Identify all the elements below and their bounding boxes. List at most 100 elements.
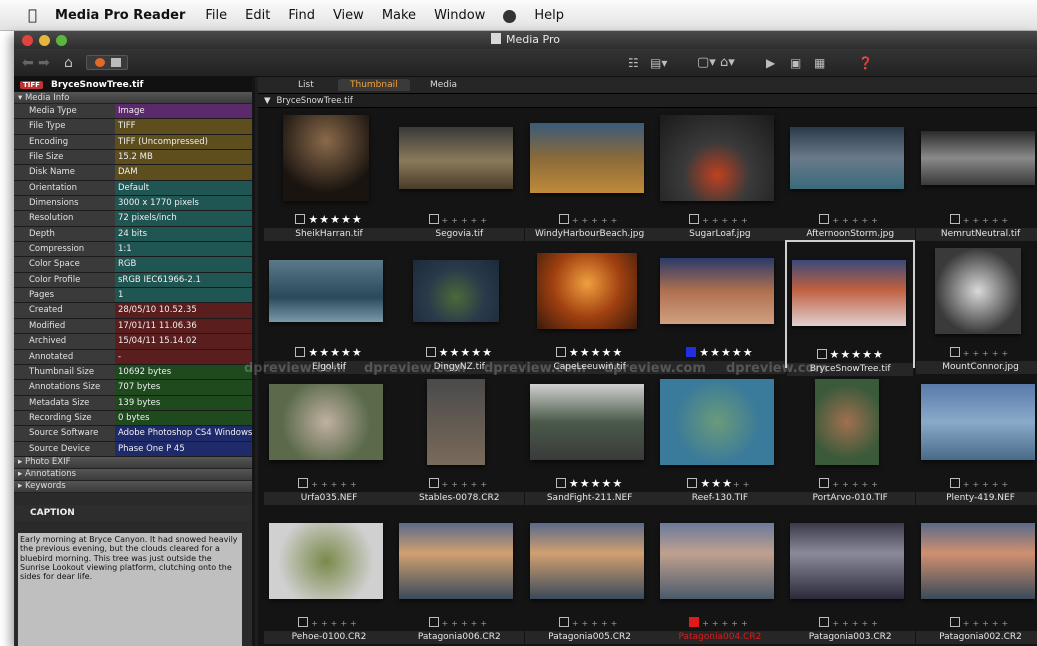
star-icon[interactable]: ★ [743,346,754,359]
thumbnail-cell[interactable]: +++++ Patagonia006.CR2 [394,510,525,644]
star-icon[interactable]: ★ [862,348,873,361]
star-icon[interactable]: + [451,480,461,489]
star-rating[interactable]: ★★★++ [655,477,785,490]
star-icon[interactable]: ★ [352,346,363,359]
thumbnail-cell[interactable]: +++++ Patagonia003.CR2 [785,510,916,644]
section-media-info[interactable]: ▾ Media Info [14,92,252,104]
star-icon[interactable]: + [471,216,481,225]
star-icon[interactable]: ★ [721,346,732,359]
star-icon[interactable]: + [350,480,360,489]
star-icon[interactable]: + [832,619,842,628]
star-icon[interactable]: ★ [700,477,711,490]
star-icon[interactable]: + [321,619,331,628]
color-label-box[interactable] [816,349,827,359]
star-icon[interactable]: + [972,619,982,628]
star-icon[interactable]: + [963,480,973,489]
thumbnail-cell[interactable]: +++++ NemrutNeutral.tif [915,107,1037,241]
star-icon[interactable]: ★ [308,346,319,359]
thumbnail-cell[interactable]: ★★★++ Reef-130.TIF [654,371,785,505]
info-row-value[interactable]: 1:1 [115,242,252,257]
inspect-icon[interactable]: ☷ [628,54,639,72]
color-label-box[interactable] [949,347,960,357]
star-icon[interactable]: + [451,619,461,628]
star-rating[interactable]: +++++ [916,346,1037,359]
view-toggle-button[interactable] [86,55,128,70]
thumbnail-image[interactable] [659,379,774,465]
star-rating[interactable]: +++++ [655,616,785,629]
color-label-box[interactable] [689,214,700,224]
script-menu-icon[interactable] [503,9,517,23]
star-icon[interactable]: ★ [840,348,851,361]
tab-thumbnail[interactable]: Thumbnail [338,79,410,91]
star-rating[interactable]: ★★★★★ [394,346,524,359]
help-icon[interactable]: ❓ [858,54,873,72]
app-menu[interactable]: Media Pro Reader [55,8,185,23]
star-icon[interactable]: + [582,216,592,225]
menu-help[interactable]: Help [534,8,564,23]
star-icon[interactable]: ★ [699,346,710,359]
star-rating[interactable]: ★★★★★ [264,346,394,359]
caption-textarea[interactable]: Early morning at Bryce Canyon. It had sn… [18,533,242,646]
star-icon[interactable]: + [340,480,350,489]
star-icon[interactable]: ★ [830,348,841,361]
image-view-icon[interactable]: ▦ [814,54,825,72]
filter-icon[interactable]: ▼ [264,96,271,106]
star-icon[interactable]: + [972,480,982,489]
color-label-box[interactable] [686,347,697,357]
star-icon[interactable]: + [862,480,872,489]
star-icon[interactable]: ★ [711,477,722,490]
info-row-value[interactable]: 28/05/10 10.52.35 [115,303,252,318]
star-rating[interactable]: +++++ [785,213,915,226]
thumbnail-image[interactable] [427,379,486,465]
star-icon[interactable]: + [992,619,1002,628]
star-icon[interactable]: + [572,216,582,225]
thumbnail-cell[interactable]: +++++ Stables-0078.CR2 [394,371,525,505]
star-icon[interactable]: + [451,216,461,225]
star-icon[interactable]: ★ [580,477,591,490]
star-rating[interactable]: ★★★★★ [787,348,913,361]
thumbnail-image[interactable] [920,131,1035,185]
thumbnail-image[interactable] [529,384,644,460]
thumbnail-cell[interactable]: +++++ AfternoonStorm.jpg [785,107,916,241]
info-row-value[interactable]: Default [115,180,252,196]
star-icon[interactable]: + [331,480,341,489]
star-icon[interactable]: + [572,619,582,628]
color-label-box[interactable] [298,478,309,488]
tab-list[interactable]: List [298,80,314,90]
star-icon[interactable]: + [741,619,751,628]
star-rating[interactable]: ★★★★★ [264,213,394,226]
thumbnail-cell[interactable]: +++++ PortArvo-010.TIF [785,371,916,505]
thumbnail-cell[interactable]: +++++ MountConnor.jpg [915,240,1037,374]
info-row-value[interactable]: 0 bytes [115,410,252,426]
back-arrow-icon[interactable]: ⬅ [22,54,34,72]
info-row-value[interactable]: Image [115,104,252,119]
color-label-box[interactable] [949,478,960,488]
color-label-box[interactable] [819,214,830,224]
star-icon[interactable]: + [461,619,471,628]
info-row-value[interactable]: 24 bits [115,226,252,242]
star-rating[interactable]: +++++ [525,213,655,226]
star-icon[interactable]: + [601,619,611,628]
star-icon[interactable]: ★ [569,477,580,490]
star-icon[interactable]: + [992,480,1002,489]
star-icon[interactable]: ★ [330,346,341,359]
star-rating[interactable]: +++++ [264,616,394,629]
star-icon[interactable]: + [1002,619,1012,628]
star-icon[interactable]: ★ [710,346,721,359]
color-label-box[interactable] [425,347,436,357]
info-row-value[interactable]: sRGB IEC61966-2.1 [115,272,252,288]
color-label-box[interactable] [949,617,960,627]
star-icon[interactable]: + [982,349,992,358]
color-label-box[interactable] [428,617,439,627]
info-row-value[interactable]: 1 [115,288,252,303]
star-icon[interactable]: + [1002,349,1012,358]
thumbnail-image[interactable] [269,523,383,599]
star-icon[interactable]: + [963,216,973,225]
menu-find[interactable]: Find [288,8,315,23]
section-annotations[interactable]: ▸ Annotations [14,468,252,481]
star-icon[interactable]: ★ [482,346,493,359]
thumbnail-image[interactable] [792,260,907,326]
star-icon[interactable]: + [471,619,481,628]
star-icon[interactable]: ★ [471,346,482,359]
star-icon[interactable]: ★ [612,346,623,359]
